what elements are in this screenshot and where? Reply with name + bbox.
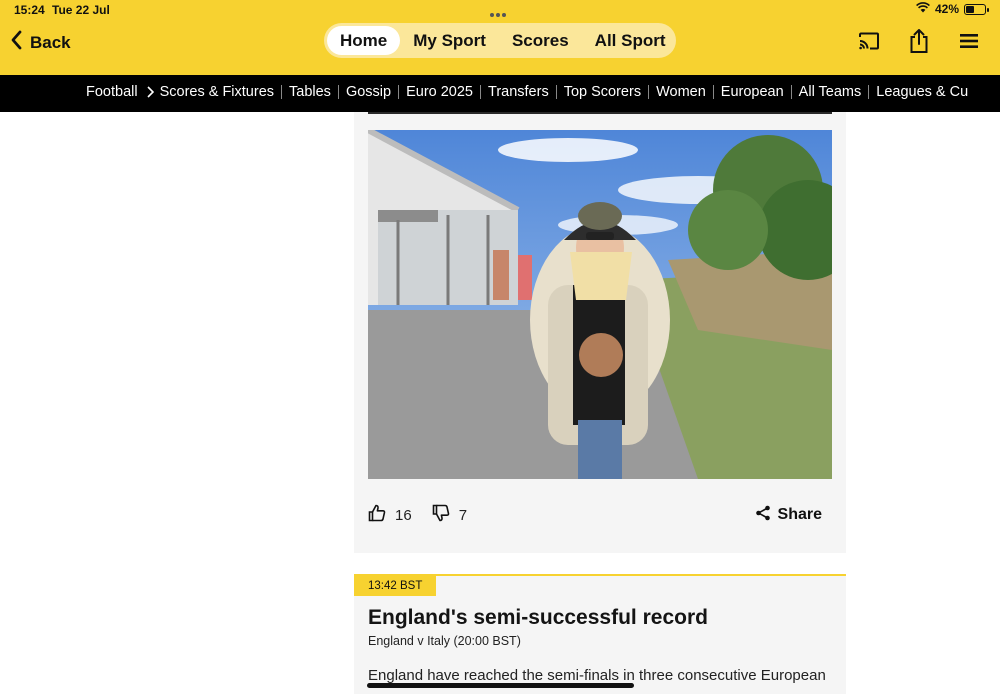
multitasking-dots-icon[interactable] xyxy=(490,4,510,17)
subnav-women[interactable]: Women xyxy=(656,84,706,100)
subnav-tables[interactable]: Tables xyxy=(289,84,331,100)
divider xyxy=(480,85,481,99)
dislike-button[interactable]: 7 xyxy=(432,504,467,526)
thumbs-down-icon xyxy=(432,504,450,526)
share-upload-icon[interactable] xyxy=(906,28,932,54)
cast-icon[interactable] xyxy=(856,28,882,54)
back-button[interactable]: Back xyxy=(10,30,71,55)
top-header: 15:24 Tue 22 Jul 42% Back Home My Sport … xyxy=(0,0,1000,75)
share-label: Share xyxy=(777,506,822,523)
header-icons xyxy=(856,28,982,54)
previous-image-edge xyxy=(368,112,832,114)
subnav-football[interactable]: Football xyxy=(86,84,138,100)
battery-percent: 42% xyxy=(934,2,959,16)
divider xyxy=(555,85,557,99)
post-photo[interactable] xyxy=(368,130,832,479)
share-button[interactable]: Share xyxy=(755,505,822,526)
page: 15:24 Tue 22 Jul 42% Back Home My Sport … xyxy=(0,0,1000,694)
post-timestamp: 13:42 BST xyxy=(354,576,437,596)
like-button[interactable]: 16 xyxy=(368,504,412,526)
subnav-european[interactable]: European xyxy=(721,84,784,100)
back-label: Back xyxy=(30,32,71,52)
chevron-left-icon xyxy=(10,30,22,55)
status-date: Tue 22 Jul xyxy=(52,3,110,17)
status-time: 15:24 xyxy=(14,3,45,17)
tab-home[interactable]: Home xyxy=(327,26,401,55)
subnav-all-teams[interactable]: All Teams xyxy=(799,84,862,100)
divider xyxy=(790,85,792,99)
tab-scores[interactable]: Scores xyxy=(499,26,582,55)
post-title: England's semi-successful record xyxy=(368,606,708,629)
dislike-count: 7 xyxy=(458,506,468,524)
status-right: 42% xyxy=(916,2,989,16)
chevron-right-icon xyxy=(147,86,154,98)
thumbs-up-icon xyxy=(368,504,386,526)
live-post-card: 16 7 Share xyxy=(354,112,846,553)
football-subnav: Football Scores & Fixtures Tables Gossip… xyxy=(0,75,1000,112)
divider xyxy=(648,85,650,99)
divider xyxy=(868,85,870,99)
subnav-transfers[interactable]: Transfers xyxy=(488,84,549,100)
post-body: England have reached the semi-finals in … xyxy=(368,667,826,684)
subnav-euro-2025[interactable]: Euro 2025 xyxy=(406,84,473,100)
divider xyxy=(281,85,283,99)
subnav-gossip[interactable]: Gossip xyxy=(346,84,391,100)
divider xyxy=(712,85,714,99)
main-nav: Home My Sport Scores All Sport xyxy=(324,23,676,58)
subnav-leagues-cups[interactable]: Leagues & Cu xyxy=(876,84,968,100)
wifi-icon xyxy=(916,2,930,16)
tab-my-sport[interactable]: My Sport xyxy=(400,26,499,55)
subnav-scores-fixtures[interactable]: Scores & Fixtures xyxy=(160,84,274,100)
post-subtitle: England v Italy (20:00 BST) xyxy=(368,634,521,648)
menu-icon[interactable] xyxy=(956,28,982,54)
live-post-card: 13:42 BST England's semi-successful reco… xyxy=(354,574,846,694)
share-icon xyxy=(755,505,771,526)
home-indicator[interactable] xyxy=(367,683,634,688)
divider xyxy=(398,85,400,99)
battery-icon xyxy=(964,3,989,15)
subnav-top-scorers[interactable]: Top Scorers xyxy=(564,84,641,100)
like-count: 16 xyxy=(395,506,412,524)
post-reactions: 16 7 Share xyxy=(368,500,832,530)
tab-all-sport[interactable]: All Sport xyxy=(582,26,679,55)
divider xyxy=(337,85,339,99)
